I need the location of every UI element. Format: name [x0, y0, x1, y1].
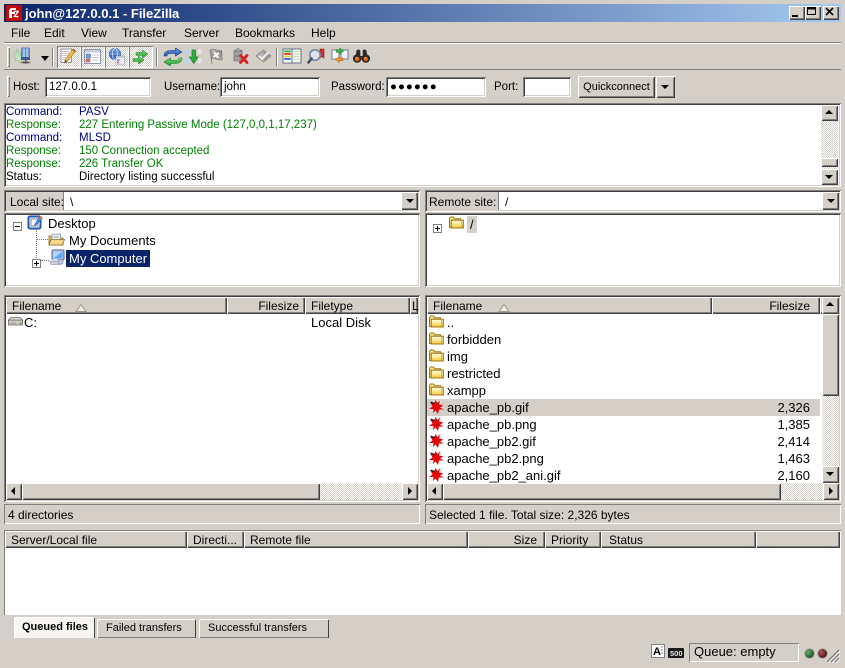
svg-text:500: 500 — [670, 649, 683, 658]
svg-text:A: A — [653, 646, 661, 658]
